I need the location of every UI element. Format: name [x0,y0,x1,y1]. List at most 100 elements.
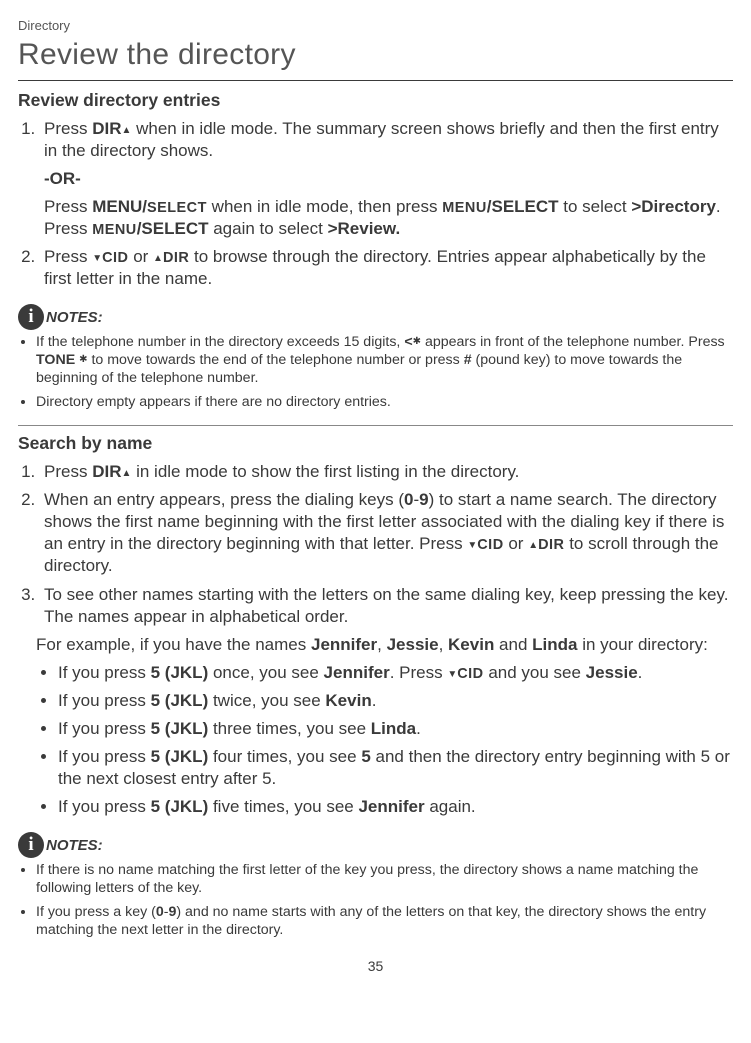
text: and you see [484,663,586,682]
text: Press [44,462,92,481]
text: or [504,534,529,553]
info-icon: i [18,832,44,858]
key-5: 5 (JKL) [151,691,209,710]
review-step-1-alt: Press MENU/SELECT when in idle mode, the… [44,196,733,240]
notes-list-1: If the telephone number in the directory… [18,334,733,411]
notes-label: NOTES: [46,836,103,856]
cid-key: CID [102,250,128,266]
key-5: 5 (JKL) [151,719,209,738]
name: Jennifer [311,635,377,654]
section-heading-review: Review directory entries [18,89,733,112]
note-item: Directory empty appears if there are no … [36,394,733,412]
search-step-1: Press DIR in idle mode to show the first… [40,461,733,483]
angle-symbol: < [404,334,412,350]
note-item: If there is no name matching the first l… [36,862,733,898]
text: once, you see [208,663,323,682]
name: Jennifer [324,663,390,682]
search-step-2: When an entry appears, press the dialing… [40,489,733,577]
arrow-down-icon [467,534,477,553]
arrow-up-icon [121,119,131,138]
section-rule [18,425,733,426]
example-item: If you press 5 (JKL) once, you see Jenni… [58,662,733,684]
notes-label: NOTES: [46,308,103,328]
text: . [638,663,643,682]
text: . Press [390,663,448,682]
text: in idle mode to show the first listing i… [131,462,519,481]
arrow-down-icon [447,663,457,682]
menu-select-key: MENU/SELECT [92,219,208,238]
search-steps-list: Press DIR in idle mode to show the first… [18,461,733,628]
text: Press [44,119,92,138]
text: appears in front of the telephone number… [421,334,725,350]
menu-select-key: MENU/SELECT [92,197,207,216]
text: For example, if you have the names [36,635,311,654]
text: twice, you see [208,691,325,710]
text: When an entry appears, press the dialing… [44,490,404,509]
text: If the telephone number in the directory… [36,334,404,350]
text: If you press [58,691,151,710]
text: when in idle mode, then press [207,197,442,216]
search-step-3: To see other names starting with the let… [40,584,733,628]
pound-key: # [464,352,472,368]
notes-header: i NOTES: [18,304,733,330]
note-item: If you press a key (0-9) and no name sta… [36,904,733,940]
text: three times, you see [208,719,371,738]
page-number: 35 [18,957,733,975]
key-5: 5 (JKL) [151,747,209,766]
digit: 0 [156,904,164,920]
name: Linda [532,635,577,654]
key-5: 5 (JKL) [151,797,209,816]
section-heading-search: Search by name [18,432,733,455]
text: again. [425,797,476,816]
notes-header: i NOTES: [18,832,733,858]
dir-key: DIR [92,119,121,138]
title-rule [18,80,733,81]
text: . [372,691,377,710]
example-list: If you press 5 (JKL) once, you see Jenni… [18,662,733,819]
tone-key: TONE [36,352,79,368]
cid-key: CID [457,666,483,682]
star-icon [413,334,421,350]
arrow-up-icon [528,534,538,553]
notes-list-2: If there is no name matching the first l… [18,862,733,939]
name: Linda [371,719,416,738]
text: to select [559,197,632,216]
name: Jessie [586,663,638,682]
example-intro: For example, if you have the names Jenni… [36,634,733,656]
key-5: 5 (JKL) [151,663,209,682]
text: when in idle mode. The summary screen sh… [44,119,719,160]
digit: 0 [404,490,413,509]
example-item: If you press 5 (JKL) twice, you see Kevi… [58,690,733,712]
arrow-down-icon [92,247,102,266]
text: five times, you see [208,797,358,816]
example-item: If you press 5 (JKL) three times, you se… [58,718,733,740]
breadcrumb: Directory [18,18,733,35]
text: . [416,719,421,738]
review-steps-list: Press DIR when in idle mode. The summary… [18,118,733,291]
review-step-1: Press DIR when in idle mode. The summary… [40,118,733,240]
name: Kevin [325,691,371,710]
name: Kevin [448,635,494,654]
text: Press [44,247,92,266]
review-step-2: Press CID or DIR to browse through the d… [40,246,733,290]
text: Press [44,197,92,216]
dir-key: DIR [163,250,189,266]
name: Jessie [387,635,439,654]
example-item: If you press 5 (JKL) four times, you see… [58,746,733,790]
dir-key: DIR [92,462,121,481]
text: If you press [58,719,151,738]
example-item: If you press 5 (JKL) five times, you see… [58,796,733,818]
star-icon [79,352,87,368]
dir-key: DIR [538,537,564,553]
arrow-up-icon [153,247,163,266]
text: If you press [58,797,151,816]
review-option: >Review. [328,219,401,238]
or-label: -OR- [44,168,733,190]
cid-key: CID [477,537,503,553]
digit: 9 [419,490,428,509]
note-item: If the telephone number in the directory… [36,334,733,387]
name: Jennifer [358,797,424,816]
text: to move towards the end of the telephone… [88,352,464,368]
arrow-up-icon [121,462,131,481]
menu-select-key: MENU/SELECT [442,197,558,216]
